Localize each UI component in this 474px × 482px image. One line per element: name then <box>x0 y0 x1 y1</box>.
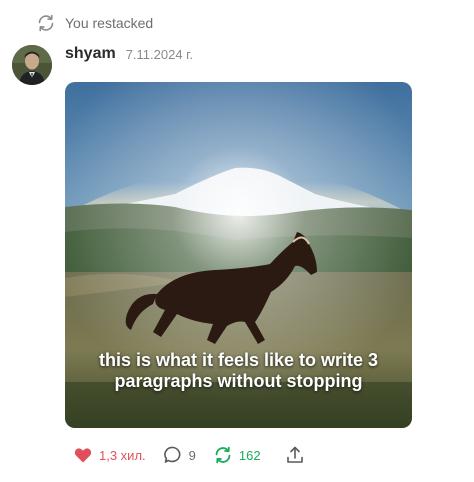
post-actions: 1,3 хил. 9 162 <box>73 444 305 466</box>
comment-button[interactable]: 9 <box>163 445 196 465</box>
comment-icon <box>163 445 183 465</box>
post-header: shyam 7.11.2024 г. <box>12 44 193 86</box>
avatar[interactable] <box>12 45 52 85</box>
restack-banner: You restacked <box>36 12 153 34</box>
heart-icon <box>73 445 93 465</box>
share-button[interactable] <box>285 445 305 465</box>
restack-icon <box>213 445 233 465</box>
comment-count: 9 <box>188 447 196 463</box>
restack-icon <box>36 13 56 33</box>
restack-button[interactable]: 162 <box>213 445 261 465</box>
share-icon <box>285 445 305 465</box>
like-count: 1,3 хил. <box>99 447 146 463</box>
post-date: 7.11.2024 г. <box>125 46 193 62</box>
restack-count: 162 <box>238 447 261 463</box>
post-media[interactable]: this is what it feels like to write 3 pa… <box>65 82 412 428</box>
author-name[interactable]: shyam <box>65 45 116 63</box>
like-button[interactable]: 1,3 хил. <box>73 445 146 465</box>
restack-banner-label: You restacked <box>65 15 154 31</box>
media-caption: this is what it feels like to write 3 pa… <box>98 350 379 391</box>
